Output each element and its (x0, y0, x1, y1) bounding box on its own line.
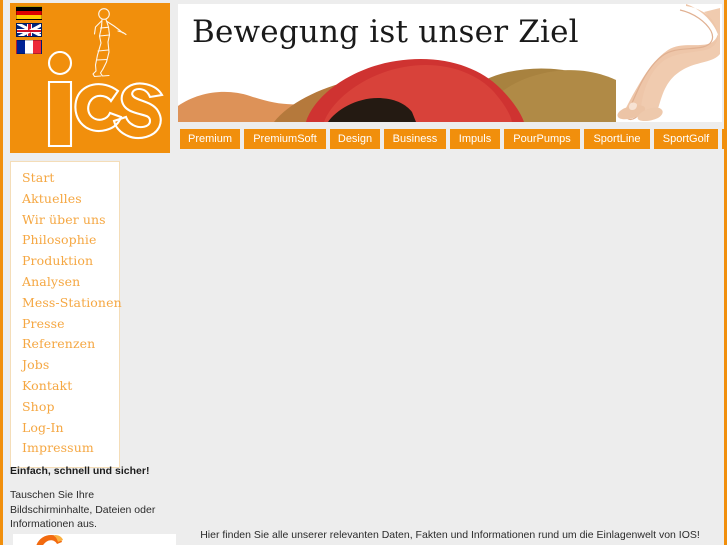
insoles-image (178, 59, 638, 122)
tab-design[interactable]: Design (330, 129, 380, 149)
hero-banner: Bewegung ist unser Ziel (178, 4, 722, 122)
promo-brand-icon (36, 535, 63, 545)
sidebar-item-aktuelles[interactable]: Aktuelles (11, 189, 119, 210)
sidebar-item-jobs[interactable]: Jobs (11, 355, 119, 376)
promo-title: Einfach, schnell und sicher! (10, 465, 150, 477)
tab-premium[interactable]: Premium (180, 129, 240, 149)
sidebar-item-analysen[interactable]: Analysen (11, 272, 119, 293)
promo-text: Tauschen Sie Ihre Bildschirminhalte, Dat… (10, 489, 156, 530)
tab-pourpumps[interactable]: PourPumps (504, 129, 580, 149)
sidebar-item-kontakt[interactable]: Kontakt (11, 376, 119, 397)
sidebar-item-mess-stationen[interactable]: Mess-Stationen (11, 293, 122, 314)
tab-business[interactable]: Business (384, 129, 446, 149)
tab-impuls[interactable]: Impuls (450, 129, 500, 149)
uk-flag-icon[interactable] (16, 23, 42, 37)
french-flag-icon[interactable] (16, 40, 42, 54)
sidebar: Start Aktuelles Wir über uns Philosophie… (3, 0, 178, 545)
sidebar-item-philosophie[interactable]: Philosophie (11, 230, 119, 251)
tab-premiumsoft[interactable]: PremiumSoft (244, 129, 326, 149)
sidebar-item-log-in[interactable]: Log-In (11, 418, 119, 439)
ics-logo (47, 51, 164, 148)
sidebar-item-referenzen[interactable]: Referenzen (11, 334, 119, 355)
sidebar-item-presse[interactable]: Presse (11, 314, 119, 335)
sidebar-item-shop[interactable]: Shop (11, 397, 119, 418)
tab-sportgolf[interactable]: SportGolf (654, 129, 718, 149)
banner-headline: Bewegung ist unser Ziel (192, 14, 579, 50)
tab-sportline[interactable]: SportLine (584, 129, 650, 149)
main-area: Bewegung ist unser Ziel Premium PremiumS… (176, 0, 727, 545)
sidebar-item-impressum[interactable]: Impressum (11, 438, 119, 459)
logo-panel (10, 3, 170, 153)
german-flag-icon[interactable] (16, 6, 42, 20)
page-root: Start Aktuelles Wir über uns Philosophie… (0, 0, 727, 545)
sidebar-promo: Einfach, schnell und sicher! Tauschen Si… (10, 464, 182, 545)
legs-image (616, 4, 720, 122)
content-intro-text: Hier finden Sie alle unserer relevanten … (200, 529, 700, 541)
sidebar-item-wir-ueber-uns[interactable]: Wir über uns (11, 210, 119, 231)
sidebar-nav: Start Aktuelles Wir über uns Philosophie… (10, 161, 122, 469)
sidebar-item-start[interactable]: Start (11, 168, 119, 189)
product-tabs: Premium PremiumSoft Design Business Impu… (178, 129, 727, 150)
sidebar-item-produktion[interactable]: Produktion (11, 251, 119, 272)
language-switcher (16, 6, 44, 57)
frame-border-left (0, 0, 3, 545)
